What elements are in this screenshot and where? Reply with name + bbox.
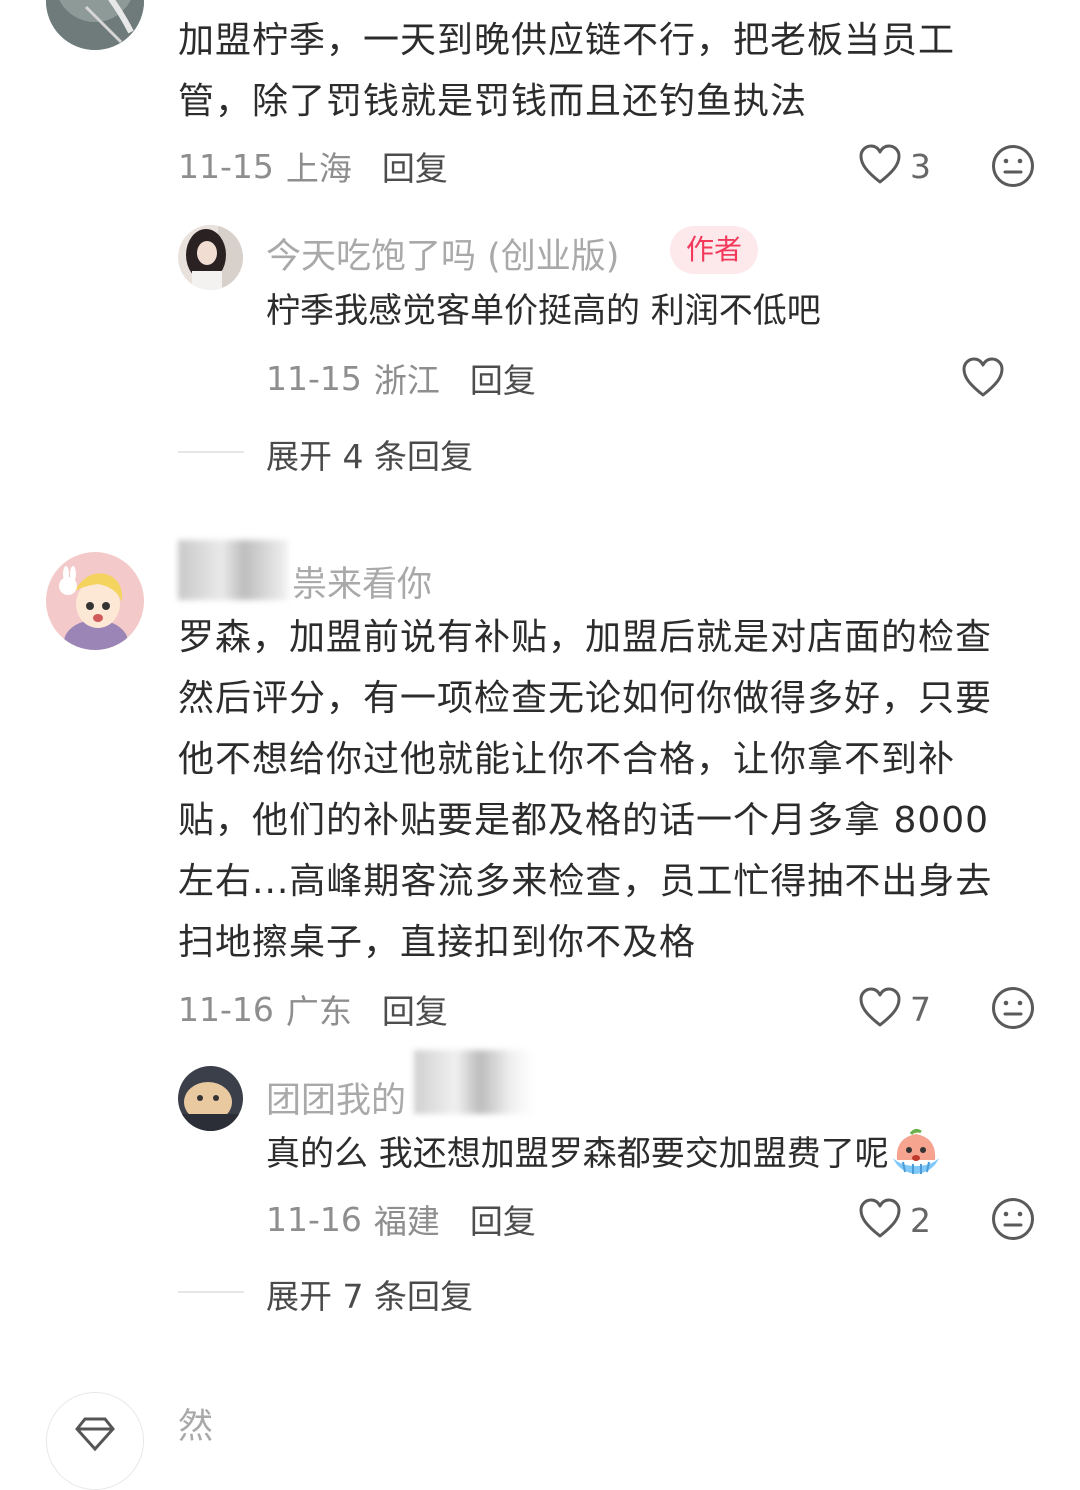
comment-line: 他不想给你过他就能让你不合格，让你拿不到补 xyxy=(178,739,956,780)
reply-meta: 11-15 浙江 回复 xyxy=(266,354,536,402)
comment-line: 扫地擦桌子，直接扣到你不及格 xyxy=(178,922,697,963)
reply-meta: 11-16 福建 回复 xyxy=(266,1195,536,1243)
comment-line: 管，除了罚钱就是罚钱而且还钓鱼执法 xyxy=(178,81,808,122)
reply-username[interactable]: 今天吃饱了吗 (创业版) xyxy=(266,228,619,279)
heart-outline-icon xyxy=(961,356,1005,402)
like-button[interactable]: 7 xyxy=(858,986,931,1032)
comment-text: 加盟柠季，一天到晚供应链不行，把老板当员工 管，除了罚钱就是罚钱而且还钓鱼执法 xyxy=(178,10,955,132)
reply-button[interactable]: 回复 xyxy=(470,354,536,402)
blurred-username-part xyxy=(414,1050,534,1114)
comment-username[interactable]: 祟来看你 xyxy=(292,556,432,607)
like-count: 7 xyxy=(910,989,931,1029)
reply-date: 11-16 xyxy=(266,1199,362,1239)
expand-replies-button[interactable]: 展开 4 条回复 xyxy=(266,430,473,478)
comment-meta: 11-15 上海 回复 xyxy=(178,142,448,190)
comment-meta: 11-16 广东 回复 xyxy=(178,985,448,1033)
reply-text: 真的么 我还想加盟罗森都要交加盟费了呢 xyxy=(266,1134,889,1174)
neutral-face-icon[interactable] xyxy=(991,144,1035,192)
author-badge: 作者 xyxy=(670,226,759,274)
like-button[interactable]: 3 xyxy=(858,143,931,189)
neutral-face-icon[interactable] xyxy=(991,1197,1035,1245)
comment-date: 11-15 xyxy=(178,146,274,186)
divider xyxy=(178,451,244,453)
comment-text: 罗森，加盟前说有补贴，加盟后就是对店面的检查 然后评分，有一项检查无论如何你做得… xyxy=(178,607,992,973)
divider xyxy=(178,1291,244,1293)
avatar[interactable] xyxy=(46,1392,144,1490)
reply-date: 11-15 xyxy=(266,358,362,398)
heart-outline-icon xyxy=(858,986,902,1032)
comment-line: 贴，他们的补贴要是都及格的话一个月多拿 8000 xyxy=(178,800,990,841)
comment-date: 11-16 xyxy=(178,989,274,1029)
like-button[interactable]: 2 xyxy=(858,1197,931,1243)
like-count: 2 xyxy=(910,1200,931,1240)
reply-username[interactable]: 团团我的 xyxy=(266,1072,406,1123)
neutral-face-icon[interactable] xyxy=(991,986,1035,1034)
heart-outline-icon xyxy=(858,1197,902,1243)
comment-line: 左右...高峰期客流多来检查，员工忙得抽不出身去 xyxy=(178,861,993,902)
avatar[interactable] xyxy=(178,1066,243,1131)
avatar[interactable] xyxy=(178,225,243,290)
comment-location: 上海 xyxy=(285,149,352,188)
avatar[interactable] xyxy=(46,0,144,50)
comment-line: 罗森，加盟前说有补贴，加盟后就是对店面的检查 xyxy=(178,617,993,658)
reply-button[interactable]: 回复 xyxy=(470,1195,536,1243)
like-button[interactable] xyxy=(961,356,1005,402)
reply-text: 柠季我感觉客单价挺高的 利润不低吧 xyxy=(266,291,821,331)
like-count: 3 xyxy=(910,146,931,186)
reply-button[interactable]: 回复 xyxy=(382,142,448,190)
comment-line: 加盟柠季，一天到晚供应链不行，把老板当员工 xyxy=(178,20,956,61)
comment-username[interactable]: 然 xyxy=(178,1398,213,1449)
comment-line: 然后评分，有一项检查无论如何你做得多好，只要 xyxy=(178,678,993,719)
heart-outline-icon xyxy=(858,143,902,189)
crying-face-emoji xyxy=(891,1128,941,1180)
reply-button[interactable]: 回复 xyxy=(382,985,448,1033)
blurred-username-part xyxy=(178,540,288,600)
reply-location: 福建 xyxy=(373,1202,440,1241)
reply-text-row: 真的么 我还想加盟罗森都要交加盟费了呢 xyxy=(266,1128,941,1180)
comment-location: 广东 xyxy=(285,992,352,1031)
reply-location: 浙江 xyxy=(373,361,440,400)
expand-replies-button[interactable]: 展开 7 条回复 xyxy=(266,1270,473,1318)
avatar[interactable] xyxy=(46,552,144,650)
